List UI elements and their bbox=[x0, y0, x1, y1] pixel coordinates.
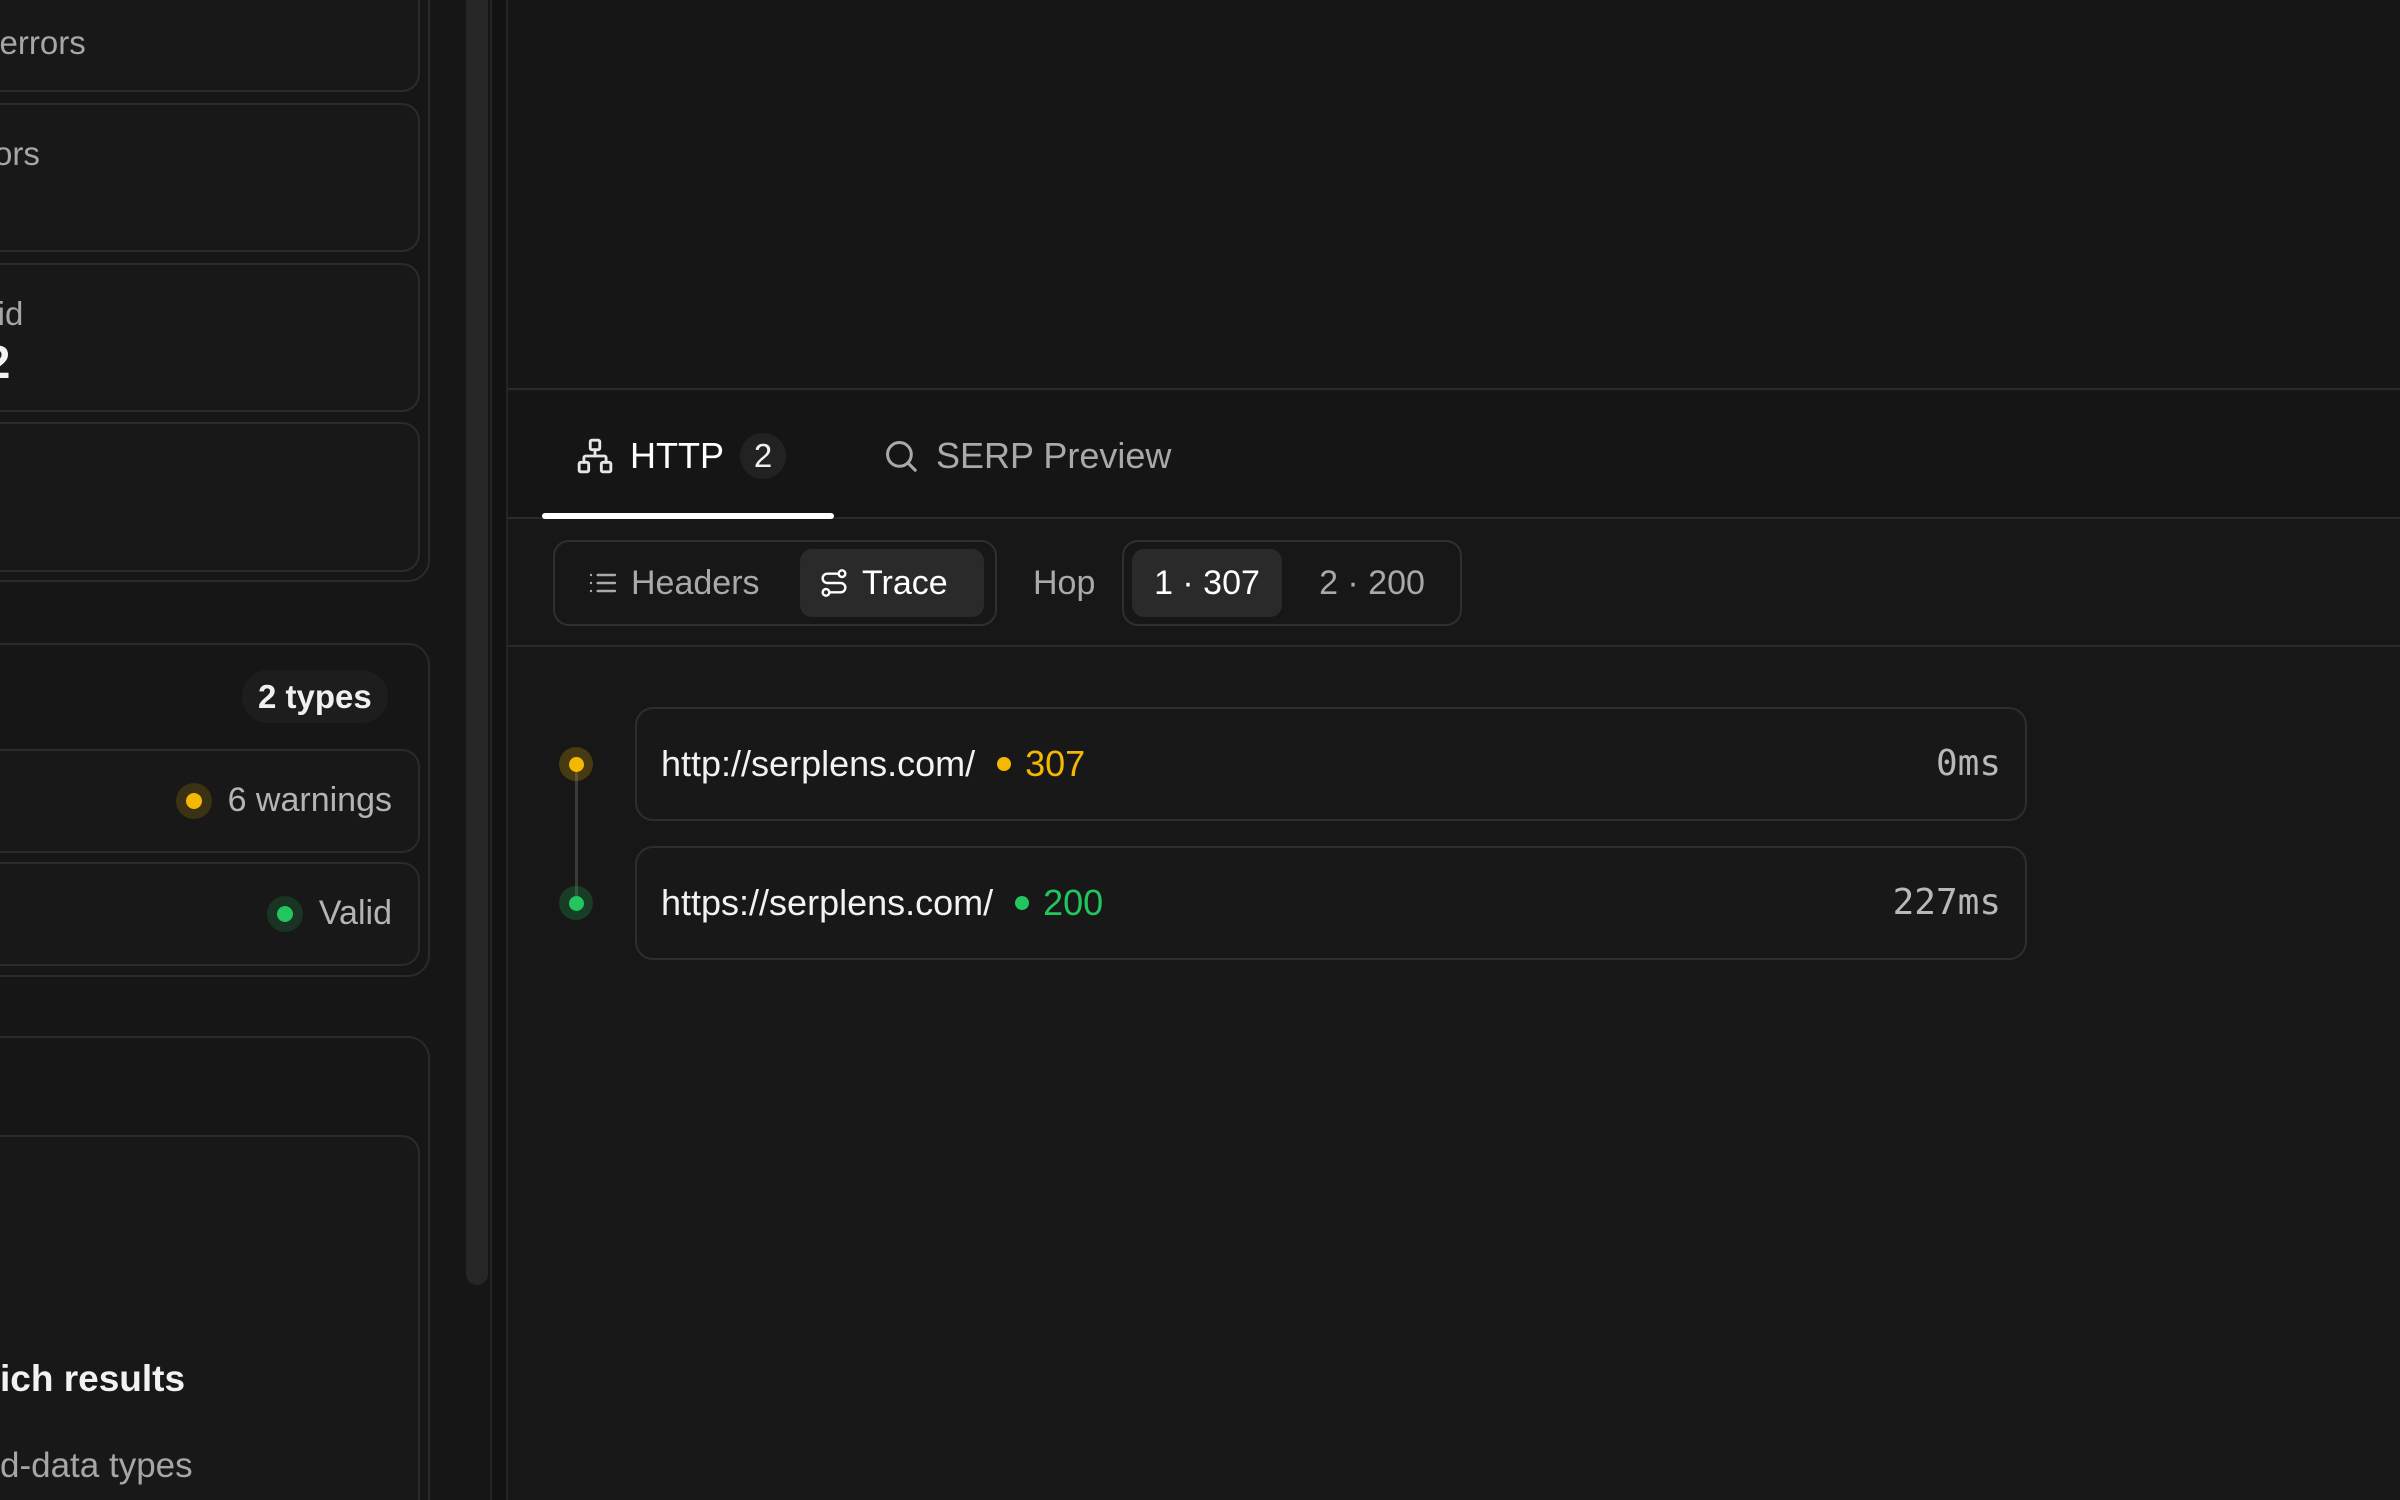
search-icon bbox=[882, 437, 920, 475]
stat-card-label: 0 errors bbox=[0, 24, 86, 61]
view-mode-toggle: Headers Trace bbox=[553, 540, 997, 626]
trace-view-button[interactable]: Trace bbox=[800, 549, 984, 617]
row-status: Valid bbox=[266, 894, 392, 933]
stat-card-errors-2[interactable]: rrors bbox=[0, 103, 420, 252]
tab-http-label: HTTP bbox=[630, 434, 724, 476]
row-status: 6 warnings bbox=[175, 781, 392, 820]
trace-node-2 bbox=[559, 886, 593, 920]
toolbar: Headers Trace Hop 1 · 307 2 · 200 bbox=[508, 521, 2400, 647]
hop-duration: 0ms bbox=[1935, 743, 2001, 784]
hop-url-row: http://serplens.com/ 307 bbox=[661, 709, 1085, 819]
trace-node-1 bbox=[559, 747, 593, 781]
stat-card-empty[interactable] bbox=[0, 422, 420, 572]
type-row-valid[interactable]: Valid bbox=[0, 862, 420, 966]
hop-1-button[interactable]: 1 · 307 bbox=[1132, 549, 1282, 617]
hop-duration: 227ms bbox=[1892, 882, 2001, 923]
trace-view-label: Trace bbox=[862, 563, 948, 602]
stat-card-label: rrors bbox=[0, 135, 40, 172]
status-dot-icon bbox=[997, 757, 1012, 771]
tab-serp-preview[interactable]: SERP Preview bbox=[882, 392, 1171, 519]
list-icon bbox=[587, 567, 619, 599]
stat-card-value: /2 bbox=[0, 335, 10, 389]
types-count-badge: 2 types bbox=[242, 670, 388, 723]
hop-url: http://serplens.com/ bbox=[661, 743, 976, 784]
valid-dot-icon bbox=[266, 895, 303, 932]
row-status-label: 6 warnings bbox=[227, 781, 392, 819]
stat-card-label: alid bbox=[0, 295, 24, 332]
hop-card-2[interactable]: https://serplens.com/ 200 227ms bbox=[635, 846, 2027, 960]
tab-bar: HTTP 2 SERP Preview bbox=[508, 392, 2400, 519]
hop-status-code: 200 bbox=[1043, 882, 1104, 923]
active-tab-indicator bbox=[542, 513, 834, 519]
route-icon bbox=[818, 567, 850, 599]
status-dot-icon bbox=[1015, 896, 1030, 910]
tab-serp-preview-label: SERP Preview bbox=[936, 434, 1172, 476]
hop-url: https://serplens.com/ bbox=[661, 882, 994, 923]
preview-area bbox=[508, 0, 2400, 390]
hop-url-row: https://serplens.com/ 200 bbox=[661, 848, 1103, 958]
hop-card-1[interactable]: http://serplens.com/ 307 0ms bbox=[635, 707, 2027, 821]
rich-results-title: ich results bbox=[0, 1358, 186, 1399]
headers-view-label: Headers bbox=[631, 563, 760, 602]
sidebar-scrollbar[interactable] bbox=[466, 0, 488, 1285]
left-panel: 0 errors rrors alid /2 2 types 6 warning… bbox=[0, 0, 490, 1500]
row-status-label: Valid bbox=[318, 894, 392, 932]
hop-2-label: 2 · 200 bbox=[1319, 563, 1425, 602]
tab-http-count: 2 bbox=[740, 432, 786, 479]
hop-label: Hop bbox=[1033, 564, 1096, 602]
right-panel: HTTP 2 SERP Preview Headers Trace Hop 1 … bbox=[508, 0, 2400, 1500]
panel-resize-divider[interactable] bbox=[490, 0, 508, 1500]
hop-1-label: 1 · 307 bbox=[1154, 563, 1260, 602]
headers-view-button[interactable]: Headers bbox=[569, 549, 789, 617]
rich-results-subtitle: d-data types bbox=[0, 1446, 193, 1485]
sitemap-icon bbox=[576, 437, 614, 475]
trace-connector bbox=[575, 765, 578, 902]
hop-selector: 1 · 307 2 · 200 bbox=[1122, 540, 1462, 626]
stat-card-valid[interactable]: alid /2 bbox=[0, 263, 420, 412]
stat-card-errors[interactable]: 0 errors bbox=[0, 0, 420, 92]
type-row-warnings[interactable]: 6 warnings bbox=[0, 749, 420, 853]
tab-http[interactable]: HTTP 2 bbox=[576, 392, 786, 519]
hop-2-button[interactable]: 2 · 200 bbox=[1292, 549, 1452, 617]
hop-status-code: 307 bbox=[1025, 743, 1086, 784]
warning-dot-icon bbox=[175, 782, 212, 819]
